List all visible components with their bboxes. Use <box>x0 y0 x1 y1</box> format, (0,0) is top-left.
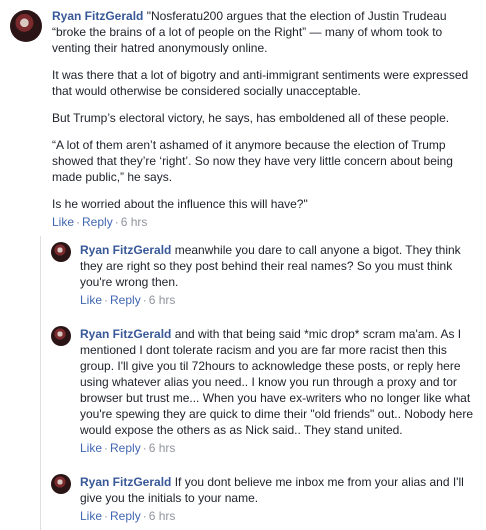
reply-comment: Ryan FitzGerald meanwhile you dare to ca… <box>41 236 486 314</box>
like-button[interactable]: Like <box>52 215 74 229</box>
author-name[interactable]: Ryan FitzGerald <box>80 327 171 341</box>
separator: · <box>104 441 109 455</box>
reply-button[interactable]: Reply <box>110 293 141 307</box>
separator: · <box>104 293 109 307</box>
separator: · <box>142 441 147 455</box>
author-name[interactable]: Ryan FitzGerald <box>80 475 171 489</box>
comment-paragraph: Is he worried about the influence this w… <box>52 197 308 211</box>
separator: · <box>142 293 147 307</box>
like-button[interactable]: Like <box>80 293 102 307</box>
avatar[interactable] <box>10 10 42 42</box>
comment-body: Ryan FitzGerald "Nosferatu200 argues tha… <box>52 8 478 212</box>
comment-body: Ryan FitzGerald and with that being said… <box>80 320 478 438</box>
avatar[interactable] <box>51 326 71 346</box>
comment-paragraph: It was there that a lot of bigotry and a… <box>52 68 469 98</box>
replies-thread: Ryan FitzGerald meanwhile you dare to ca… <box>40 236 486 530</box>
timestamp[interactable]: 6 hrs <box>121 215 148 229</box>
reply-button[interactable]: Reply <box>110 441 141 455</box>
comment-body: Ryan FitzGerald If you dont believe me i… <box>80 468 478 506</box>
comment-paragraph: Ryan FitzGerald If you dont believe me i… <box>80 474 478 506</box>
reply-button[interactable]: Reply <box>82 215 113 229</box>
comment-actions: Like · Reply · 6 hrs <box>80 440 478 462</box>
comment-paragraph: “A lot of them aren’t ashamed of it anym… <box>52 138 453 184</box>
author-name[interactable]: Ryan FitzGerald <box>52 9 143 23</box>
separator: · <box>114 215 119 229</box>
avatar[interactable] <box>51 242 71 262</box>
timestamp[interactable]: 6 hrs <box>149 509 176 523</box>
comment-text: and with that being said *mic drop* scra… <box>80 327 474 437</box>
comment-paragraph: Ryan FitzGerald "Nosferatu200 argues tha… <box>52 8 478 56</box>
like-button[interactable]: Like <box>80 441 102 455</box>
comment-actions: Like · Reply · 6 hrs <box>80 508 478 530</box>
timestamp[interactable]: 6 hrs <box>149 441 176 455</box>
comment-actions: Like · Reply · 6 hrs <box>80 292 478 314</box>
comment-paragraph: But Trump’s electoral victory, he says, … <box>52 111 450 125</box>
separator: · <box>142 509 147 523</box>
comment-actions: Like · Reply · 6 hrs <box>52 214 478 236</box>
main-comment: Ryan FitzGerald "Nosferatu200 argues tha… <box>0 0 486 236</box>
reply-comment: Ryan FitzGerald If you dont believe me i… <box>41 468 486 530</box>
timestamp[interactable]: 6 hrs <box>149 293 176 307</box>
like-button[interactable]: Like <box>80 509 102 523</box>
reply-button[interactable]: Reply <box>110 509 141 523</box>
comment-paragraph: Ryan FitzGerald and with that being said… <box>80 326 478 438</box>
separator: · <box>76 215 81 229</box>
comment-paragraph: Ryan FitzGerald meanwhile you dare to ca… <box>80 242 478 290</box>
comment-body: Ryan FitzGerald meanwhile you dare to ca… <box>80 236 478 290</box>
avatar[interactable] <box>51 474 71 494</box>
author-name[interactable]: Ryan FitzGerald <box>80 243 171 257</box>
separator: · <box>104 509 109 523</box>
reply-comment: Ryan FitzGerald and with that being said… <box>41 320 486 462</box>
